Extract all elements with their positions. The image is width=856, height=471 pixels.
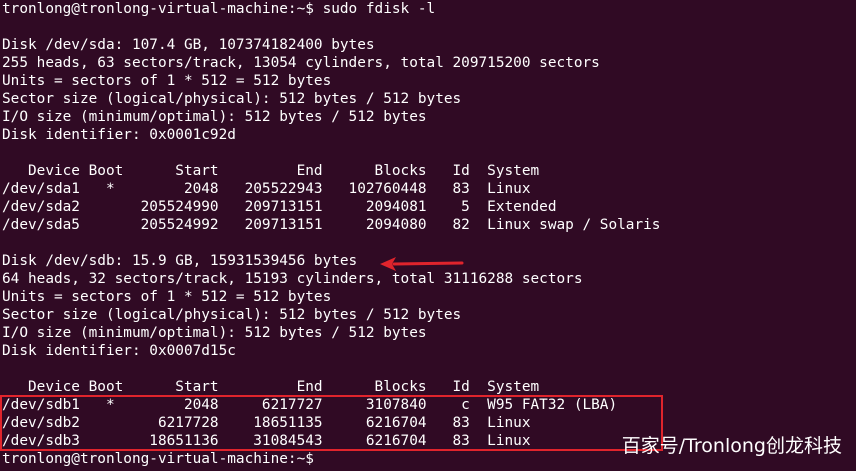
prompt-line: tronlong@tronlong-virtual-machine:~$ sud… [2, 1, 436, 17]
disk-sda-io-size: I/O size (minimum/optimal): 512 bytes / … [2, 109, 427, 125]
sda-table-row: /dev/sda1 * 2048 205522943 102760448 83 … [2, 181, 531, 197]
arrow-left-icon [380, 257, 464, 271]
sda-table-header: Device Boot Start End Blocks Id System [2, 163, 540, 179]
watermark: 百家号/Tronlong创龙科技 [621, 435, 842, 457]
sdb-table-header: Device Boot Start End Blocks Id System [2, 379, 540, 395]
disk-sdb-units: Units = sectors of 1 * 512 = 512 bytes [2, 289, 332, 305]
sda-table-row: /dev/sda2 205524990 209713151 2094081 5 … [2, 199, 557, 215]
disk-sdb-sector-size: Sector size (logical/physical): 512 byte… [2, 307, 462, 323]
disk-sdb-geometry: 64 heads, 32 sectors/track, 15193 cylind… [2, 271, 583, 287]
disk-sdb-header: Disk /dev/sdb: 15.9 GB, 15931539456 byte… [2, 253, 358, 269]
terminal-window[interactable]: tronlong@tronlong-virtual-machine:~$ sud… [0, 0, 856, 471]
disk-sda-identifier: Disk identifier: 0x0001c92d [2, 127, 236, 143]
disk-sdb-identifier: Disk identifier: 0x0007d15c [2, 343, 236, 359]
disk-sda-units: Units = sectors of 1 * 512 = 512 bytes [2, 73, 332, 89]
disk-sda-geometry: 255 heads, 63 sectors/track, 13054 cylin… [2, 55, 600, 71]
disk-sdb-io-size: I/O size (minimum/optimal): 512 bytes / … [2, 325, 427, 341]
prompt-line-current: tronlong@tronlong-virtual-machine:~$ [2, 451, 323, 467]
sda-table-row: /dev/sda5 205524992 209713151 2094080 82… [2, 217, 661, 233]
disk-sda-sector-size: Sector size (logical/physical): 512 byte… [2, 91, 462, 107]
highlight-box [0, 395, 663, 451]
disk-sda-header: Disk /dev/sda: 107.4 GB, 107374182400 by… [2, 37, 375, 53]
